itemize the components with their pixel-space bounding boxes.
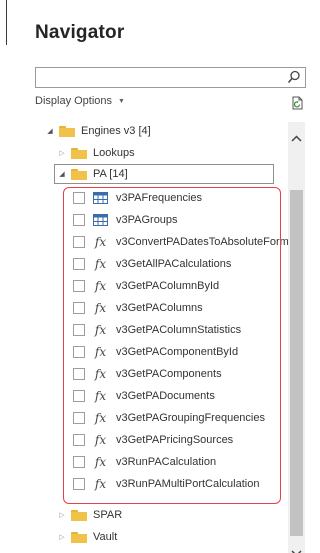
function-icon: fx xyxy=(94,257,107,271)
list-item[interactable]: fx v3GetPAColumnById xyxy=(73,275,308,297)
vertical-scrollbar[interactable] xyxy=(288,122,305,553)
display-options-dropdown[interactable]: Display Options ▼ xyxy=(35,95,125,107)
scroll-up-button[interactable] xyxy=(288,128,305,148)
item-label: v3GetPADocuments xyxy=(116,390,215,402)
item-label: v3PAGroups xyxy=(116,214,178,226)
collapsed-triangle-icon[interactable]: ▷ xyxy=(57,511,67,519)
expanded-triangle-icon[interactable]: ◢ xyxy=(45,127,55,135)
list-item[interactable]: fx v3GetPAComponents xyxy=(73,363,308,385)
list-item[interactable]: fx v3RunPAMultiPortCalculation xyxy=(73,473,308,495)
chevron-down-icon xyxy=(291,549,302,553)
tree-node-engines[interactable]: ◢ Engines v3 [4] xyxy=(45,120,315,142)
collapsed-triangle-icon[interactable]: ▷ xyxy=(57,149,67,157)
checkbox[interactable] xyxy=(73,368,85,380)
function-icon: fx xyxy=(94,455,107,469)
scrollbar-thumb[interactable] xyxy=(290,190,303,536)
navigator-pane: Navigator Display Options ▼ ◢ Engines v3… xyxy=(0,0,315,553)
function-icon: fx xyxy=(94,345,107,359)
function-icon: fx xyxy=(94,279,107,293)
tree-node-label: Engines v3 [4] xyxy=(81,125,151,137)
table-icon xyxy=(93,214,108,226)
folder-icon xyxy=(71,147,87,159)
item-label: v3RunPACalculation xyxy=(116,456,217,468)
folder-icon xyxy=(71,509,87,521)
list-item[interactable]: fx v3GetPADocuments xyxy=(73,385,308,407)
item-label: v3GetAllPACalculations xyxy=(116,258,232,270)
function-icon: fx xyxy=(94,433,107,447)
checkbox[interactable] xyxy=(73,258,85,270)
checkbox[interactable] xyxy=(73,434,85,446)
list-item[interactable]: v3PAFrequencies xyxy=(73,187,308,209)
item-label: v3RunPAMultiPortCalculation xyxy=(116,478,260,490)
function-icon: fx xyxy=(94,411,107,425)
item-label: v3GetPAComponentById xyxy=(116,346,239,358)
checkbox[interactable] xyxy=(73,478,85,490)
tree-node-pa[interactable]: ◢ PA [14] xyxy=(54,164,274,184)
chevron-down-icon: ▼ xyxy=(118,97,125,105)
function-icon: fx xyxy=(94,235,107,249)
tree-node-label: SPAR xyxy=(93,509,123,521)
item-label: v3GetPAColumnById xyxy=(116,280,220,292)
item-label: v3GetPAColumnStatistics xyxy=(116,324,242,336)
folder-icon xyxy=(71,531,87,543)
function-icon: fx xyxy=(94,323,107,337)
list-item[interactable]: fx v3GetPAPricingSources xyxy=(73,429,308,451)
window-divider xyxy=(6,0,7,45)
item-label: v3GetPAComponents xyxy=(116,368,222,380)
item-label: v3GetPAPricingSources xyxy=(116,434,234,446)
collapsed-triangle-icon[interactable]: ▷ xyxy=(57,533,67,541)
list-item[interactable]: fx v3GetPAComponentById xyxy=(73,341,308,363)
tree-node-label: Lookups xyxy=(93,147,135,159)
chevron-up-icon xyxy=(291,134,302,142)
tree-node-vault[interactable]: ▷ Vault xyxy=(57,526,287,548)
function-icon: fx xyxy=(94,367,107,381)
table-icon xyxy=(93,192,108,204)
folder-icon xyxy=(59,125,75,137)
checkbox[interactable] xyxy=(73,346,85,358)
list-item[interactable]: fx v3ConvertPADatesToAbsoluteFormat xyxy=(73,231,308,253)
search-icon[interactable] xyxy=(287,70,301,84)
checkbox[interactable] xyxy=(73,412,85,424)
list-item[interactable]: fx v3GetAllPACalculations xyxy=(73,253,308,275)
list-item[interactable]: fx v3GetPAGroupingFrequencies xyxy=(73,407,308,429)
checkbox[interactable] xyxy=(73,192,85,204)
tree-node-lookups[interactable]: ▷ Lookups xyxy=(57,142,287,164)
tree-node-spar[interactable]: ▷ SPAR xyxy=(57,504,287,526)
list-item[interactable]: v3PAGroups xyxy=(73,209,308,231)
item-label: v3GetPAColumns xyxy=(116,302,203,314)
item-label: v3PAFrequencies xyxy=(116,192,203,204)
item-label: v3GetPAGroupingFrequencies xyxy=(116,412,265,424)
tree-node-label: Vault xyxy=(93,531,118,543)
folder-icon xyxy=(71,168,87,180)
function-icon: fx xyxy=(94,301,107,315)
scroll-down-button[interactable] xyxy=(288,543,305,553)
function-icon: fx xyxy=(94,389,107,403)
checkbox[interactable] xyxy=(73,214,85,226)
search-input[interactable] xyxy=(35,67,306,88)
item-label: v3ConvertPADatesToAbsoluteFormat xyxy=(116,236,298,248)
tree-node-label: PA [14] xyxy=(93,168,128,180)
checkbox[interactable] xyxy=(73,236,85,248)
list-item[interactable]: fx v3GetPAColumns xyxy=(73,297,308,319)
checkbox[interactable] xyxy=(73,390,85,402)
checkbox[interactable] xyxy=(73,324,85,336)
checkbox[interactable] xyxy=(73,456,85,468)
list-item[interactable]: fx v3GetPAColumnStatistics xyxy=(73,319,308,341)
navigator-tree: ◢ Engines v3 [4] ▷ Lookups ◢ PA [14] v3P… xyxy=(35,118,305,553)
refresh-icon[interactable] xyxy=(290,96,304,110)
list-item[interactable]: fx v3RunPACalculation xyxy=(73,451,308,473)
checkbox[interactable] xyxy=(73,280,85,292)
display-options-label: Display Options xyxy=(35,95,113,107)
expanded-triangle-icon[interactable]: ◢ xyxy=(57,170,67,178)
checkbox[interactable] xyxy=(73,302,85,314)
function-icon: fx xyxy=(94,477,107,491)
page-title: Navigator xyxy=(35,22,125,43)
